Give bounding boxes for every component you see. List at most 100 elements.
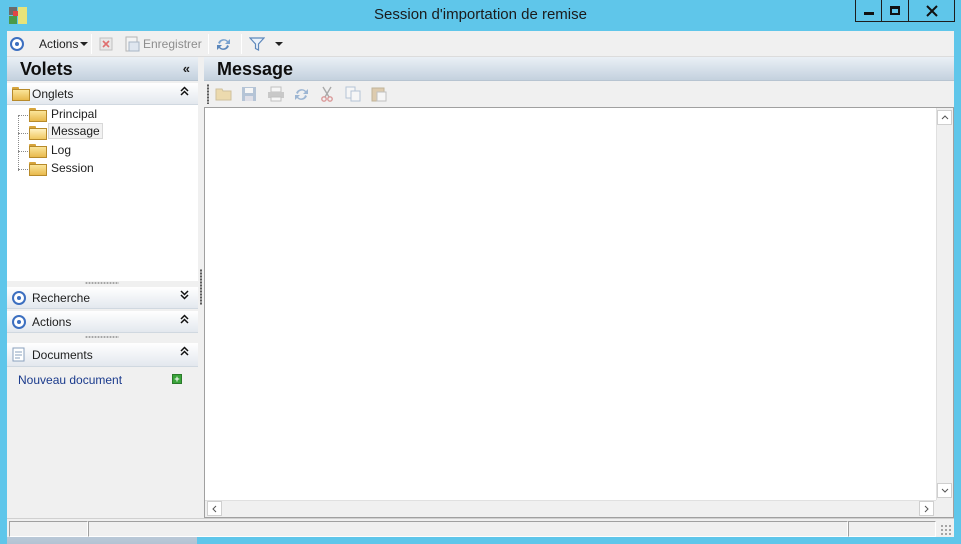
scroll-down-button[interactable] bbox=[937, 483, 952, 498]
status-cell bbox=[848, 521, 936, 537]
application-window: Session d'importation de remise Actions bbox=[0, 0, 961, 544]
minimize-icon bbox=[863, 12, 874, 15]
section-header-documents[interactable]: Documents bbox=[7, 343, 198, 367]
tree-item-principal[interactable]: Principal bbox=[7, 105, 198, 123]
resize-grip[interactable] bbox=[940, 524, 951, 535]
section-label-search: Recherche bbox=[32, 291, 91, 305]
toolbar-separator bbox=[241, 34, 242, 54]
print-icon bbox=[268, 86, 284, 102]
document-icon bbox=[12, 347, 25, 362]
client-area: Actions Enregistrer Volets « Onglets Pri… bbox=[7, 31, 954, 544]
cut-icon bbox=[321, 86, 333, 102]
chevron-up-icon bbox=[941, 115, 948, 120]
radio-target-icon bbox=[12, 291, 26, 305]
toolbar-separator bbox=[208, 34, 209, 54]
section-label-actions: Actions bbox=[32, 315, 72, 329]
section-resize-grip[interactable] bbox=[85, 336, 119, 338]
status-bar bbox=[7, 518, 954, 537]
refresh-message-button[interactable] bbox=[293, 86, 311, 102]
paste-icon bbox=[371, 87, 387, 102]
add-document-icon[interactable]: + bbox=[172, 374, 182, 384]
tree-item-message[interactable]: Message bbox=[7, 123, 198, 141]
filter-button[interactable] bbox=[249, 34, 265, 54]
open-folder-icon bbox=[215, 88, 232, 101]
vertical-scrollbar[interactable] bbox=[936, 108, 953, 500]
scroll-up-button[interactable] bbox=[937, 110, 952, 125]
refresh-icon bbox=[217, 38, 230, 50]
actions-menu-label: Actions bbox=[39, 37, 79, 51]
pane-splitter[interactable] bbox=[200, 269, 202, 305]
save-message-button[interactable] bbox=[241, 86, 259, 102]
radio-target-icon bbox=[10, 37, 24, 51]
title-bar[interactable]: Session d'importation de remise bbox=[0, 0, 961, 31]
filter-dropdown-button[interactable] bbox=[275, 34, 283, 54]
toolbar-grip[interactable] bbox=[207, 84, 209, 104]
panels-title: Volets bbox=[20, 59, 73, 79]
save-icon bbox=[242, 87, 256, 101]
message-pane: Message bbox=[204, 57, 954, 518]
folder-icon bbox=[29, 108, 47, 122]
section-header-tabs[interactable]: Onglets bbox=[7, 83, 198, 105]
folder-icon bbox=[12, 87, 30, 101]
section-label-tabs: Onglets bbox=[32, 87, 74, 101]
actions-menu-button[interactable]: Actions bbox=[39, 34, 89, 54]
toolbar-separator bbox=[91, 34, 92, 54]
documents-body: Nouveau document + bbox=[7, 367, 198, 487]
cut-button[interactable] bbox=[319, 86, 337, 102]
chevron-right-icon bbox=[924, 505, 929, 512]
section-label-documents: Documents bbox=[32, 348, 93, 362]
tree-item-label: Session bbox=[51, 161, 94, 175]
tree-item-session[interactable]: Session bbox=[7, 159, 198, 177]
paste-button[interactable] bbox=[371, 86, 389, 102]
message-toolbar bbox=[204, 82, 954, 106]
chevron-up-icon bbox=[180, 86, 189, 99]
save-icon bbox=[125, 36, 140, 52]
dropdown-arrow-icon bbox=[80, 42, 89, 46]
section-header-search[interactable]: Recherche bbox=[7, 287, 198, 309]
folder-icon bbox=[29, 162, 47, 176]
save-label: Enregistrer bbox=[143, 37, 202, 51]
print-button[interactable] bbox=[267, 86, 285, 102]
scroll-right-button[interactable] bbox=[919, 501, 934, 516]
tree-item-log[interactable]: Log bbox=[7, 141, 198, 159]
message-title: Message bbox=[217, 59, 294, 79]
section-header-actions[interactable]: Actions bbox=[7, 311, 198, 333]
horizontal-scrollbar[interactable] bbox=[205, 500, 936, 517]
refresh-button[interactable] bbox=[215, 34, 232, 54]
open-button[interactable] bbox=[215, 86, 233, 102]
save-button[interactable]: Enregistrer bbox=[124, 34, 202, 54]
status-cell bbox=[88, 521, 848, 537]
filter-icon bbox=[249, 37, 265, 51]
copy-button[interactable] bbox=[345, 86, 363, 102]
scrollbar-corner bbox=[936, 500, 953, 517]
tabs-tree: Principal Message Log Session bbox=[7, 105, 198, 281]
tree-item-label: Message bbox=[48, 123, 103, 139]
message-header: Message bbox=[204, 57, 954, 81]
new-document-link[interactable]: Nouveau document bbox=[18, 373, 122, 387]
panels-header: Volets « bbox=[7, 57, 198, 81]
actions-target-button[interactable] bbox=[10, 34, 24, 54]
tree-item-label: Principal bbox=[51, 107, 98, 121]
scroll-left-button[interactable] bbox=[207, 501, 222, 516]
maximize-icon bbox=[890, 6, 900, 15]
chevron-up-icon bbox=[180, 314, 189, 327]
chevron-down-icon bbox=[941, 488, 948, 493]
radio-target-icon bbox=[12, 315, 26, 329]
folder-icon bbox=[29, 144, 47, 158]
close-button[interactable] bbox=[908, 0, 955, 22]
delete-button[interactable] bbox=[99, 34, 113, 54]
collapse-panels-button[interactable]: « bbox=[183, 61, 190, 76]
minimize-button[interactable] bbox=[855, 0, 882, 22]
section-resize-grip[interactable] bbox=[85, 282, 119, 284]
copy-icon bbox=[345, 86, 361, 102]
panels-pane: Volets « Onglets Principal Message Log S… bbox=[7, 57, 198, 544]
tree-item-label: Log bbox=[51, 143, 72, 157]
refresh-icon bbox=[295, 89, 308, 100]
chevron-down-icon bbox=[180, 290, 189, 303]
main-toolbar: Actions Enregistrer bbox=[7, 31, 954, 57]
close-icon bbox=[925, 4, 938, 17]
status-cell bbox=[9, 521, 88, 537]
message-editor[interactable] bbox=[204, 107, 954, 518]
chevron-up-icon bbox=[180, 346, 189, 359]
maximize-button[interactable] bbox=[881, 0, 909, 22]
